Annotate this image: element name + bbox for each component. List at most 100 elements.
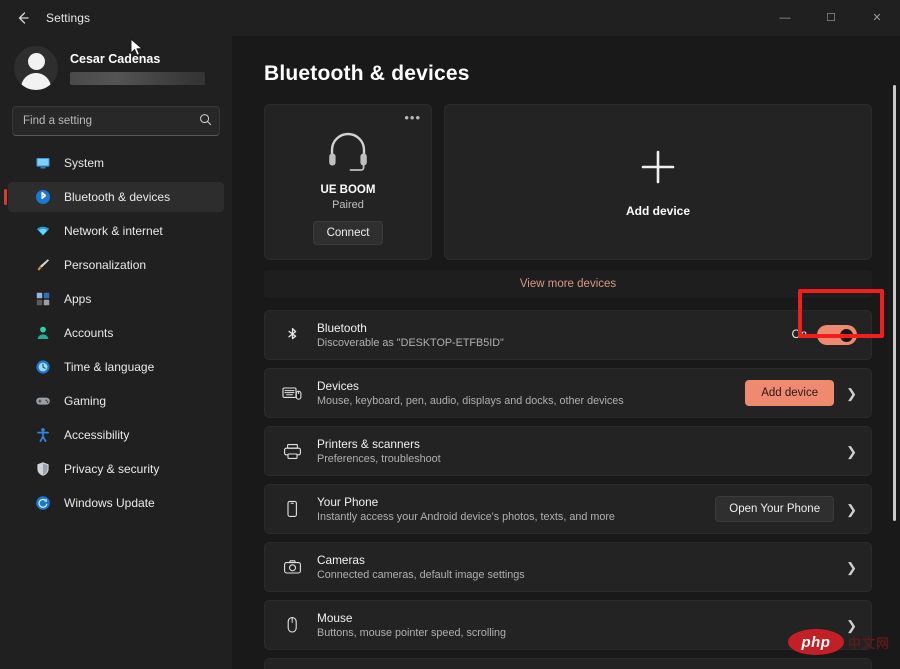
close-button[interactable]: ✕ [854,0,900,36]
sidebar-item-label: Network & internet [64,224,163,238]
sidebar: Cesar Cadenas Find a setting System Blue… [0,36,232,669]
headset-icon [265,131,431,173]
chevron-right-icon[interactable]: ❯ [846,387,857,400]
toggle-knob [840,328,853,342]
row-subtitle: Mouse, keyboard, pen, audio, displays an… [317,395,624,407]
maximize-icon: ☐ [826,11,836,24]
printer-icon [281,443,303,460]
sidebar-item-personalization[interactable]: Personalization [8,250,224,280]
sidebar-nav: System Bluetooth & devices Network & int… [0,148,232,522]
row-text: Devices Mouse, keyboard, pen, audio, dis… [317,379,745,407]
row-text: Your Phone Instantly access your Android… [317,495,715,523]
settings-rows: Bluetooth Discoverable as "DESKTOP-ETFB5… [264,310,872,669]
device-name: UE BOOM [320,184,376,196]
main-content: Bluetooth & devices ••• UE BOOM Paired C… [232,36,900,669]
minimize-icon: — [779,11,791,24]
app-title: Settings [46,11,91,25]
title-bar: Settings — ☐ ✕ [0,0,900,36]
sidebar-item-bluetooth-devices[interactable]: Bluetooth & devices [4,182,224,212]
view-more-devices-bar[interactable]: View more devices [264,270,872,298]
sidebar-item-label: Personalization [64,258,147,272]
search-container [12,106,220,136]
monitor-icon [34,154,52,172]
search-input[interactable] [12,106,220,136]
account-header[interactable]: Cesar Cadenas [0,36,232,102]
mouse-icon [281,616,303,634]
bluetooth-toggle-state: On [791,329,807,341]
row-title: Devices [317,379,359,393]
chevron-right-icon[interactable]: ❯ [846,445,857,458]
open-your-phone-button[interactable]: Open Your Phone [715,496,835,522]
bluetooth-toggle[interactable] [817,325,857,345]
sidebar-item-apps[interactable]: Apps [8,284,224,314]
account-email-masked [70,71,205,85]
sidebar-item-time-language[interactable]: Time & language [8,352,224,382]
window-body: Cesar Cadenas Find a setting System Blue… [0,36,900,669]
row-title: Your Phone [317,495,379,509]
account-name: Cesar Cadenas [70,51,161,66]
update-icon [34,494,52,512]
settings-row-mouse[interactable]: Mouse Buttons, mouse pointer speed, scro… [264,600,872,650]
row-action: Open Your Phone ❯ [715,496,857,522]
watermark: php 中文网 [787,629,890,655]
camera-icon [281,559,303,576]
minimize-button[interactable]: — [762,0,808,36]
row-text: Printers & scanners Preferences, trouble… [317,437,846,465]
settings-row-touchpad[interactable]: Touchpad Taps, gestures, scrolling, zoom… [264,658,872,669]
row-text: Cameras Connected cameras, default image… [317,553,846,581]
page-title: Bluetooth & devices [264,62,470,85]
brush-icon [34,256,52,274]
sidebar-item-label: System [64,156,105,170]
phone-icon [281,500,303,518]
main-inner: Bluetooth & devices ••• UE BOOM Paired C… [232,36,900,669]
person-icon [34,324,52,342]
view-more-devices-link[interactable]: View more devices [520,278,616,290]
row-subtitle: Discoverable as "DESKTOP-ETFB5ID" [317,337,504,349]
sidebar-item-label: Gaming [64,394,107,408]
sidebar-item-system[interactable]: System [8,148,224,178]
settings-row-bluetooth[interactable]: Bluetooth Discoverable as "DESKTOP-ETFB5… [264,310,872,360]
chevron-right-icon[interactable]: ❯ [846,561,857,574]
plus-icon [638,147,678,192]
row-title: Mouse [317,611,353,625]
shield-icon [34,460,52,478]
row-action: ❯ [846,445,857,458]
window-controls: — ☐ ✕ [762,0,900,36]
add-device-card[interactable]: Add device [444,104,872,260]
sidebar-item-privacy-security[interactable]: Privacy & security [8,454,224,484]
sidebar-item-windows-update[interactable]: Windows Update [8,488,224,518]
sidebar-item-label: Privacy & security [64,462,160,476]
avatar-head [27,53,45,70]
sidebar-item-gaming[interactable]: Gaming [8,386,224,416]
settings-row-cameras[interactable]: Cameras Connected cameras, default image… [264,542,872,592]
add-device-label: Add device [625,203,691,218]
maximize-button[interactable]: ☐ [808,0,854,36]
back-arrow-icon [18,12,29,24]
settings-row-printers-scanners[interactable]: Printers & scanners Preferences, trouble… [264,426,872,476]
row-title: Cameras [317,553,365,567]
sidebar-item-accounts[interactable]: Accounts [8,318,224,348]
clock-icon [34,358,52,376]
row-title: Bluetooth [317,321,367,335]
sidebar-item-accessibility[interactable]: Accessibility [8,420,224,450]
connect-button[interactable]: Connect [312,221,384,245]
device-cards: ••• UE BOOM Paired Connect Add device [264,104,872,260]
bluetooth-icon [281,326,303,345]
device-card-ue-boom[interactable]: ••• UE BOOM Paired Connect [264,104,432,260]
vertical-scrollbar[interactable] [893,85,896,521]
row-title: Printers & scanners [317,437,420,451]
settings-row-your-phone[interactable]: Your Phone Instantly access your Android… [264,484,872,534]
settings-window: Settings — ☐ ✕ Cesar Cadenas Find a sett… [0,0,900,669]
php-logo: php [787,629,844,655]
sidebar-item-network-internet[interactable]: Network & internet [8,216,224,246]
add-device-button[interactable]: Add device [745,380,835,406]
card-overflow-button[interactable]: ••• [404,111,421,124]
wifi-icon [34,222,52,240]
row-subtitle: Buttons, mouse pointer speed, scrolling [317,627,507,639]
back-button[interactable] [6,3,40,33]
sidebar-item-label: Accounts [64,326,114,340]
chevron-right-icon[interactable]: ❯ [846,503,857,516]
sidebar-item-label: Time & language [64,360,155,374]
watermark-logo-text: php [801,633,831,651]
settings-row-devices[interactable]: Devices Mouse, keyboard, pen, audio, dis… [264,368,872,418]
